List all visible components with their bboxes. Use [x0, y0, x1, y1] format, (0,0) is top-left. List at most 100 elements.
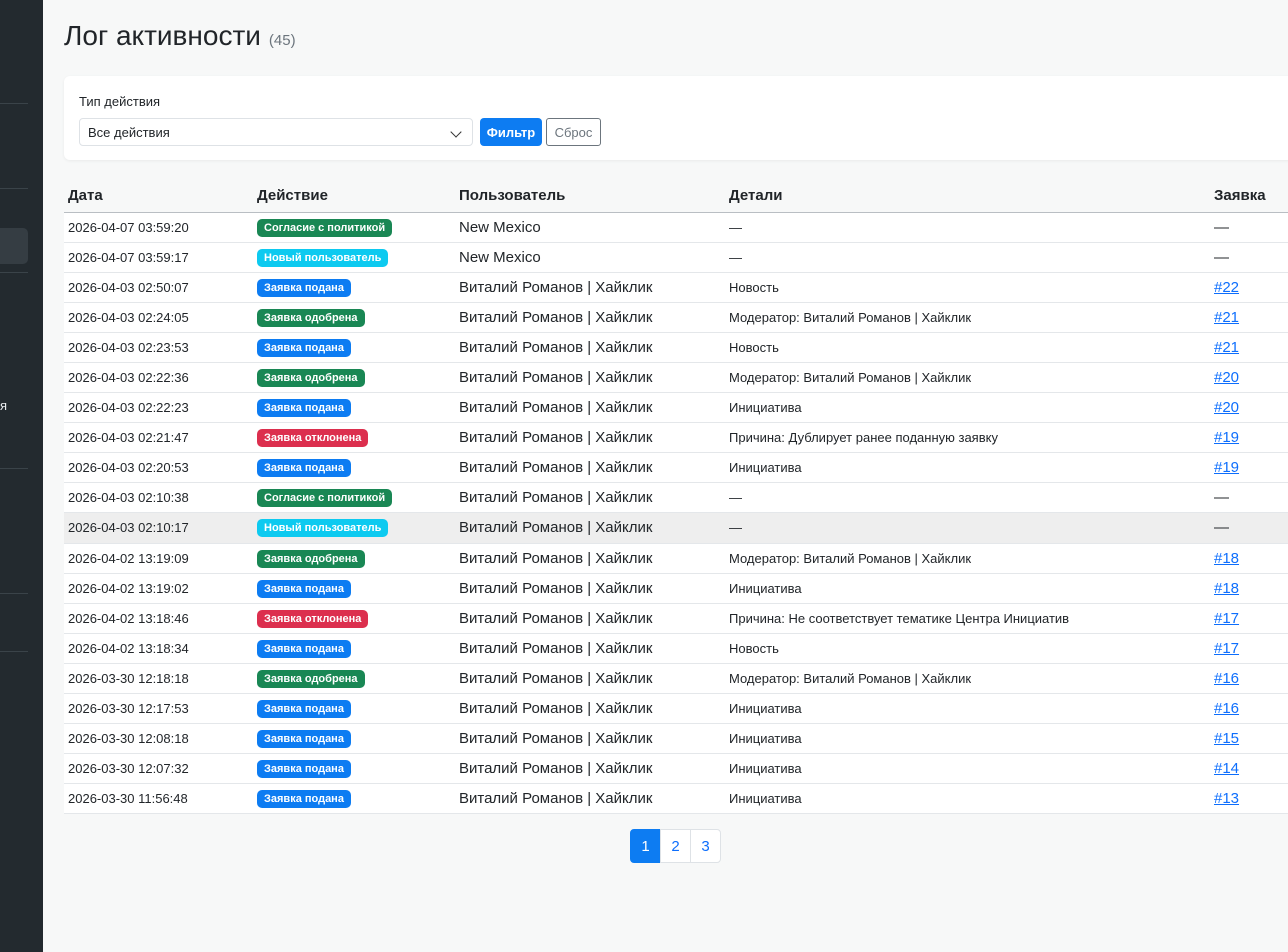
- cell-date: 2026-04-02 13:18:34: [64, 633, 253, 664]
- cell-request: —: [1210, 212, 1288, 243]
- cell-user: Виталий Романов | Хайклик: [455, 783, 725, 815]
- table-row: 2026-03-30 12:18:18 Заявка одобрена Витали…: [64, 663, 1288, 695]
- request-link[interactable]: #19: [1214, 429, 1239, 446]
- column-header-request[interactable]: Заявка: [1210, 180, 1288, 213]
- page-3-button[interactable]: 3: [690, 829, 721, 863]
- cell-action: Заявка подана: [253, 783, 455, 815]
- cell-request: —: [1210, 242, 1288, 273]
- request-link[interactable]: #20: [1214, 399, 1239, 416]
- cell-user: Виталий Романов | Хайклик: [455, 482, 725, 514]
- cell-date: 2026-04-02 13:19:02: [64, 573, 253, 604]
- request-link[interactable]: #17: [1214, 610, 1239, 627]
- table-row: 2026-03-30 12:07:32 Заявка подана Виталий …: [64, 753, 1288, 785]
- chevron-down-icon: [450, 126, 462, 138]
- column-header-user[interactable]: Пользователь: [455, 180, 725, 213]
- reset-button[interactable]: Сброс: [546, 118, 601, 146]
- table-row: 2026-04-02 13:18:46 Заявка отклонена Витал…: [64, 603, 1288, 634]
- page-1-button[interactable]: 1: [630, 829, 661, 863]
- cell-action: Согласие с политикой: [253, 482, 455, 514]
- cell-action: Новый пользователь: [253, 512, 455, 544]
- sidebar-divider: [0, 468, 28, 469]
- filter-label: Тип действия: [79, 94, 161, 109]
- cell-user: Виталий Романов | Хайклик: [455, 573, 725, 604]
- request-empty: —: [1214, 519, 1229, 537]
- cell-user: Виталий Романов | Хайклик: [455, 633, 725, 664]
- request-link[interactable]: #21: [1214, 339, 1239, 356]
- table-row: 2026-03-30 12:08:18 Заявка подана Виталий …: [64, 723, 1288, 755]
- table-row: 2026-04-03 02:21:47 Заявка отклонена Витал…: [64, 422, 1288, 454]
- request-link[interactable]: #22: [1214, 279, 1239, 296]
- cell-action: Заявка подана: [253, 573, 455, 604]
- request-link[interactable]: #21: [1214, 309, 1239, 326]
- cell-date: 2026-04-03 02:21:47: [64, 422, 253, 454]
- cell-action: Заявка подана: [253, 693, 455, 725]
- sidebar-divider: [0, 188, 28, 189]
- cell-details: Модератор: Виталий Романов | Хайклик: [725, 543, 1210, 574]
- action-badge: Заявка подана: [257, 459, 351, 478]
- action-badge: Заявка одобрена: [257, 308, 365, 327]
- cell-date: 2026-04-02 13:19:09: [64, 543, 253, 574]
- cell-request: #21: [1210, 302, 1288, 333]
- cell-action: Заявка одобрена: [253, 543, 455, 574]
- cell-user: Виталий Романов | Хайклик: [455, 512, 725, 544]
- page-2-button[interactable]: 2: [660, 829, 691, 863]
- cell-user: Виталий Романов | Хайклик: [455, 302, 725, 333]
- sidebar-item-active[interactable]: [0, 228, 28, 264]
- pagination: 123: [630, 829, 721, 863]
- activity-table: Дата Действие Пользователь Детали Заявка…: [64, 180, 1288, 815]
- cell-request: #22: [1210, 272, 1288, 303]
- table-row: 2026-04-02 13:19:02 Заявка подана Виталий …: [64, 573, 1288, 604]
- cell-details: Инициатива: [725, 693, 1210, 725]
- sidebar-item-label[interactable]: я: [0, 398, 7, 413]
- sidebar-divider: [0, 103, 28, 104]
- cell-date: 2026-04-03 02:50:07: [64, 272, 253, 303]
- cell-request: #20: [1210, 362, 1288, 394]
- request-link[interactable]: #18: [1214, 580, 1239, 597]
- cell-details: —: [725, 512, 1210, 544]
- table-row: 2026-04-03 02:23:53 Заявка подана Виталий …: [64, 332, 1288, 363]
- action-type-select-value: Все действия: [88, 125, 170, 140]
- cell-action: Заявка одобрена: [253, 302, 455, 333]
- table-row: 2026-04-07 03:59:20 Согласие с политикой N…: [64, 212, 1288, 243]
- table-row: 2026-04-03 02:24:05 Заявка одобрена Витали…: [64, 302, 1288, 333]
- table-header-row: Дата Действие Пользователь Детали Заявка: [64, 180, 1288, 213]
- cell-user: Виталий Романов | Хайклик: [455, 663, 725, 695]
- cell-details: Модератор: Виталий Романов | Хайклик: [725, 362, 1210, 394]
- cell-request: #17: [1210, 633, 1288, 664]
- column-header-action[interactable]: Действие: [253, 180, 455, 213]
- sidebar-divider: [0, 651, 28, 652]
- cell-request: —: [1210, 512, 1288, 544]
- request-link[interactable]: #20: [1214, 369, 1239, 386]
- table-body: 2026-04-07 03:59:20 Согласие с политикой N…: [64, 212, 1288, 815]
- action-badge: Заявка подана: [257, 760, 351, 779]
- column-header-details[interactable]: Детали: [725, 180, 1210, 213]
- table-row: 2026-04-07 03:59:17 Новый пользователь New…: [64, 242, 1288, 273]
- cell-date: 2026-04-02 13:18:46: [64, 603, 253, 634]
- request-link[interactable]: #16: [1214, 700, 1239, 717]
- request-link[interactable]: #14: [1214, 760, 1239, 777]
- cell-request: #18: [1210, 543, 1288, 574]
- cell-details: Инициатива: [725, 573, 1210, 604]
- request-link[interactable]: #13: [1214, 790, 1239, 807]
- sidebar: я: [0, 0, 43, 952]
- action-badge: Новый пользователь: [257, 519, 389, 538]
- cell-details: Модератор: Виталий Романов | Хайклик: [725, 663, 1210, 695]
- request-link[interactable]: #18: [1214, 550, 1239, 567]
- cell-date: 2026-04-03 02:20:53: [64, 452, 253, 484]
- sidebar-divider: [0, 272, 28, 273]
- cell-user: Виталий Романов | Хайклик: [455, 723, 725, 755]
- cell-request: #17: [1210, 603, 1288, 634]
- action-badge: Заявка подана: [257, 790, 351, 809]
- filter-button[interactable]: Фильтр: [480, 118, 542, 146]
- request-link[interactable]: #19: [1214, 459, 1239, 476]
- cell-details: Новость: [725, 332, 1210, 363]
- cell-details: Новость: [725, 272, 1210, 303]
- action-type-select[interactable]: Все действия: [79, 118, 473, 146]
- cell-action: Заявка отклонена: [253, 422, 455, 454]
- column-header-date[interactable]: Дата: [64, 180, 253, 213]
- cell-request: #18: [1210, 573, 1288, 604]
- cell-details: Причина: Не соответствует тематике Центр…: [725, 603, 1210, 634]
- request-link[interactable]: #15: [1214, 730, 1239, 747]
- request-link[interactable]: #16: [1214, 670, 1239, 687]
- request-link[interactable]: #17: [1214, 640, 1239, 657]
